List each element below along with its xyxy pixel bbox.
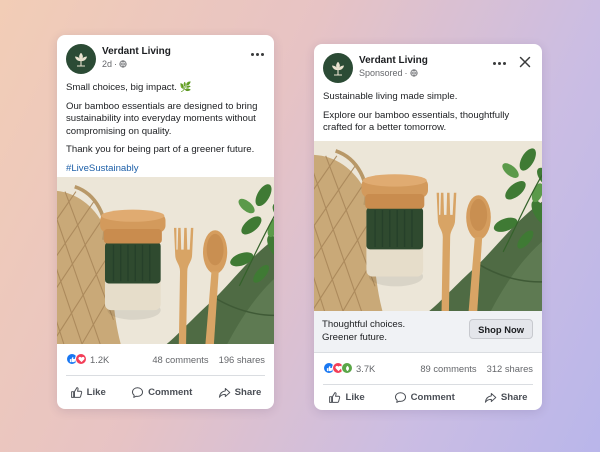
sponsored-post-card: Verdant Living Sponsored · Sustainable l… (314, 44, 542, 410)
hashtag-link[interactable]: #LiveSustainably (66, 163, 266, 176)
like-button[interactable]: Like (70, 386, 106, 399)
post-line-3: Thank you for being part of a greener fu… (66, 144, 255, 155)
share-button[interactable]: Share (218, 386, 261, 399)
post-line-2: Our bamboo essentials are designed to br… (66, 100, 258, 137)
bamboo-products-image (57, 177, 274, 344)
post-body: Sustainable living made simple. Explore … (323, 91, 534, 141)
share-button[interactable]: Share (484, 391, 528, 404)
shares-count[interactable]: 312 shares (487, 363, 533, 374)
more-options-icon[interactable] (491, 56, 507, 70)
sponsored-label[interactable]: Sponsored (359, 68, 403, 78)
reaction-count: 3.7K (356, 362, 376, 374)
post-line-1: Sustainable living made simple. (323, 91, 458, 102)
like-button[interactable]: Like (328, 391, 365, 404)
leaf-logo-icon (71, 49, 91, 69)
shop-now-button[interactable]: Shop Now (469, 319, 533, 339)
post-header: Verdant Living 2d · (66, 44, 265, 76)
post-stats: 3.7K 89 comments 312 shares (323, 362, 533, 376)
more-options-icon[interactable] (249, 47, 265, 61)
cta-headline: Thoughtful choices. Greener future. (322, 319, 406, 343)
bamboo-products-image (314, 141, 542, 311)
divider (66, 375, 265, 376)
close-icon[interactable] (517, 54, 533, 70)
post-actions: Like Comment Share (57, 382, 274, 402)
cta-bar: Thoughtful choices. Greener future. Shop… (314, 311, 542, 353)
care-reaction-icon (341, 362, 353, 374)
post-photo[interactable] (57, 177, 274, 344)
organic-post-card: Verdant Living 2d · Small choices, big i… (57, 35, 274, 409)
share-arrow-icon (484, 391, 497, 404)
share-arrow-icon (218, 386, 231, 399)
comment-bubble-icon (394, 391, 407, 404)
reaction-count: 1.2K (90, 353, 110, 365)
comment-button[interactable]: Comment (131, 386, 192, 399)
post-stats: 1.2K 48 comments 196 shares (66, 353, 265, 367)
reactions-summary[interactable]: 1.2K (66, 353, 109, 365)
comments-count[interactable]: 89 comments (420, 363, 476, 374)
thumbs-up-icon (328, 391, 341, 404)
post-meta: 2d · (102, 59, 127, 69)
post-line-2: Explore our bamboo essentials, thoughtfu… (323, 109, 510, 134)
globe-icon (119, 60, 127, 68)
brand-avatar[interactable] (66, 44, 96, 74)
reactions-summary[interactable]: 3.7K (323, 362, 375, 374)
divider (323, 384, 533, 385)
ad-photo[interactable] (314, 141, 542, 311)
love-reaction-icon (75, 353, 87, 365)
shares-count[interactable]: 196 shares (219, 354, 265, 365)
brand-name[interactable]: Verdant Living (102, 46, 171, 57)
thumbs-up-icon (70, 386, 83, 399)
globe-icon (410, 69, 418, 77)
post-time[interactable]: 2d (102, 59, 112, 69)
post-line-1: Small choices, big impact. 🌿 (66, 82, 192, 93)
brand-name[interactable]: Verdant Living (359, 55, 428, 66)
brand-avatar[interactable] (323, 53, 353, 83)
post-body: Small choices, big impact. 🌿 Our bamboo … (66, 82, 266, 181)
post-meta: Sponsored · (359, 68, 418, 78)
comment-button[interactable]: Comment (394, 391, 455, 404)
comment-bubble-icon (131, 386, 144, 399)
post-header: Verdant Living Sponsored · (323, 53, 533, 85)
post-actions: Like Comment Share (314, 387, 542, 407)
leaf-logo-icon (328, 58, 348, 78)
comments-count[interactable]: 48 comments (152, 354, 208, 365)
